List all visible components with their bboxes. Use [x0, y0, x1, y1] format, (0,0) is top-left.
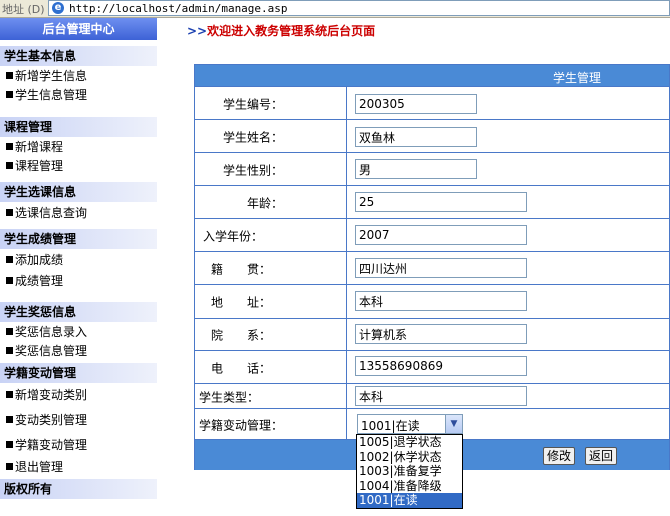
enroll-year-input[interactable]	[355, 225, 527, 245]
gender-label: 学生性别：	[223, 163, 284, 177]
student-name-input[interactable]	[355, 127, 477, 147]
student-type-input[interactable]	[355, 386, 527, 406]
sidebar-item-add-course[interactable]: 新增课程	[6, 140, 63, 154]
sidebar-item-grade-manage[interactable]: 成绩管理	[6, 274, 63, 288]
square-bullet-icon	[6, 463, 13, 470]
sidebar-item-course-manage[interactable]: 课程管理	[6, 159, 63, 173]
form-row-address: 地 址：	[195, 284, 669, 319]
sidebar-item-student-manage[interactable]: 学生信息管理	[6, 88, 87, 102]
square-bullet-icon	[6, 143, 13, 150]
sidebar-section-course: 课程管理	[0, 117, 157, 137]
square-bullet-icon	[6, 347, 13, 354]
address-field-label: 地 址：	[211, 295, 272, 310]
sidebar-item-logout[interactable]: 退出管理	[6, 460, 63, 474]
sidebar-item-reward-entry[interactable]: 奖惩信息录入	[6, 325, 87, 339]
welcome-text: 欢迎进入教务管理系统后台页面	[207, 24, 376, 38]
form-row-native-place: 籍 贯：	[195, 251, 669, 285]
modify-button[interactable]: 修改	[543, 447, 576, 465]
address-field-input[interactable]	[355, 291, 527, 311]
sidebar-section-copyright: 版权所有	[0, 479, 157, 499]
sidebar-section-rewards: 学生奖惩信息	[0, 302, 157, 322]
sidebar-section-course-selection: 学生选课信息	[0, 182, 157, 202]
form-row-student-type: 学生类型：	[195, 383, 669, 409]
phone-input[interactable]	[355, 356, 527, 376]
square-bullet-icon	[6, 162, 13, 169]
department-label: 院 系：	[211, 328, 272, 343]
form-header: 学生管理	[195, 65, 669, 86]
student-name-label: 学生姓名：	[223, 130, 284, 144]
student-form: 学生管理 学生编号： 学生姓名： 学生性别： 年龄： 入学年份： 籍 贯： 地 …	[194, 64, 670, 470]
sidebar-item-selection-query[interactable]: 选课信息查询	[6, 206, 87, 220]
form-title: 学生管理	[553, 71, 602, 85]
square-bullet-icon	[6, 277, 13, 284]
age-input[interactable]	[355, 192, 527, 212]
native-place-input[interactable]	[355, 258, 527, 278]
form-row-phone: 电 话：	[195, 350, 669, 384]
sidebar-header: 后台管理中心	[0, 18, 157, 40]
square-bullet-icon	[6, 416, 13, 423]
student-id-input[interactable]	[355, 94, 477, 114]
square-bullet-icon	[6, 209, 13, 216]
dropdown-option[interactable]: 1003|准备复学	[357, 464, 462, 479]
form-row-age: 年龄：	[195, 185, 669, 219]
status-dropdown-list: 1005|退学状态 1002|休学状态 1003|准备复学 1004|准备降级 …	[356, 434, 463, 509]
native-place-label: 籍 贯：	[211, 262, 272, 276]
form-row-student-id: 学生编号：	[195, 86, 669, 120]
welcome-banner: >>欢迎进入教务管理系统后台页面	[187, 22, 375, 39]
address-input[interactable]: e http://localhost/admin/manage.asp	[48, 0, 670, 16]
enroll-year-label: 入学年份：	[203, 229, 264, 243]
status-selected-value[interactable]: 1001|在读	[361, 417, 420, 434]
dropdown-option[interactable]: 1002|休学状态	[357, 450, 462, 465]
phone-label: 电 话：	[211, 361, 272, 375]
form-row-student-name: 学生姓名：	[195, 119, 669, 153]
department-input[interactable]	[355, 324, 527, 344]
address-bar: 地址 (D) e http://localhost/admin/manage.a…	[0, 0, 670, 18]
age-label: 年龄：	[247, 196, 284, 210]
status-change-select[interactable]: 1001|在读 ▼	[357, 414, 463, 434]
address-url[interactable]: http://localhost/admin/manage.asp	[69, 2, 288, 15]
form-row-gender: 学生性别：	[195, 152, 669, 186]
form-row-enroll-year: 入学年份：	[195, 218, 669, 252]
square-bullet-icon	[6, 391, 13, 398]
sidebar-item-add-grade[interactable]: 添加成绩	[6, 253, 63, 267]
sidebar-item-reward-manage[interactable]: 奖惩信息管理	[6, 344, 87, 358]
status-change-label: 学籍变动管理：	[199, 418, 284, 432]
sidebar-item-add-student[interactable]: 新增学生信息	[6, 69, 87, 83]
ie-page-icon: e	[52, 2, 64, 14]
sidebar-section-status-change: 学籍变动管理	[0, 363, 157, 383]
student-id-label: 学生编号：	[223, 97, 284, 111]
square-bullet-icon	[6, 441, 13, 448]
address-label: 地址 (D)	[2, 3, 45, 16]
back-button[interactable]: 返回	[585, 447, 618, 465]
form-row-department: 院 系：	[195, 318, 669, 351]
student-type-label: 学生类型：	[199, 390, 260, 404]
dropdown-option[interactable]: 1004|准备降级	[357, 479, 462, 494]
dropdown-option-selected[interactable]: 1001|在读	[357, 493, 462, 508]
square-bullet-icon	[6, 328, 13, 335]
square-bullet-icon	[6, 91, 13, 98]
sidebar-item-add-change-type[interactable]: 新增变动类别	[6, 388, 87, 402]
sidebar-item-change-type-manage[interactable]: 变动类别管理	[6, 413, 87, 427]
square-bullet-icon	[6, 72, 13, 79]
sidebar-section-student-info: 学生基本信息	[0, 46, 157, 66]
square-bullet-icon	[6, 256, 13, 263]
dropdown-option[interactable]: 1005|退学状态	[357, 435, 462, 450]
sidebar-item-status-change-manage[interactable]: 学籍变动管理	[6, 438, 87, 452]
arrow-icon: >>	[187, 24, 208, 38]
sidebar: 后台管理中心 学生基本信息 新增学生信息 学生信息管理 课程管理 新增课程 课程…	[0, 18, 157, 516]
chevron-down-icon[interactable]: ▼	[445, 415, 462, 433]
sidebar-section-grades: 学生成绩管理	[0, 229, 157, 249]
gender-input[interactable]	[355, 159, 477, 179]
